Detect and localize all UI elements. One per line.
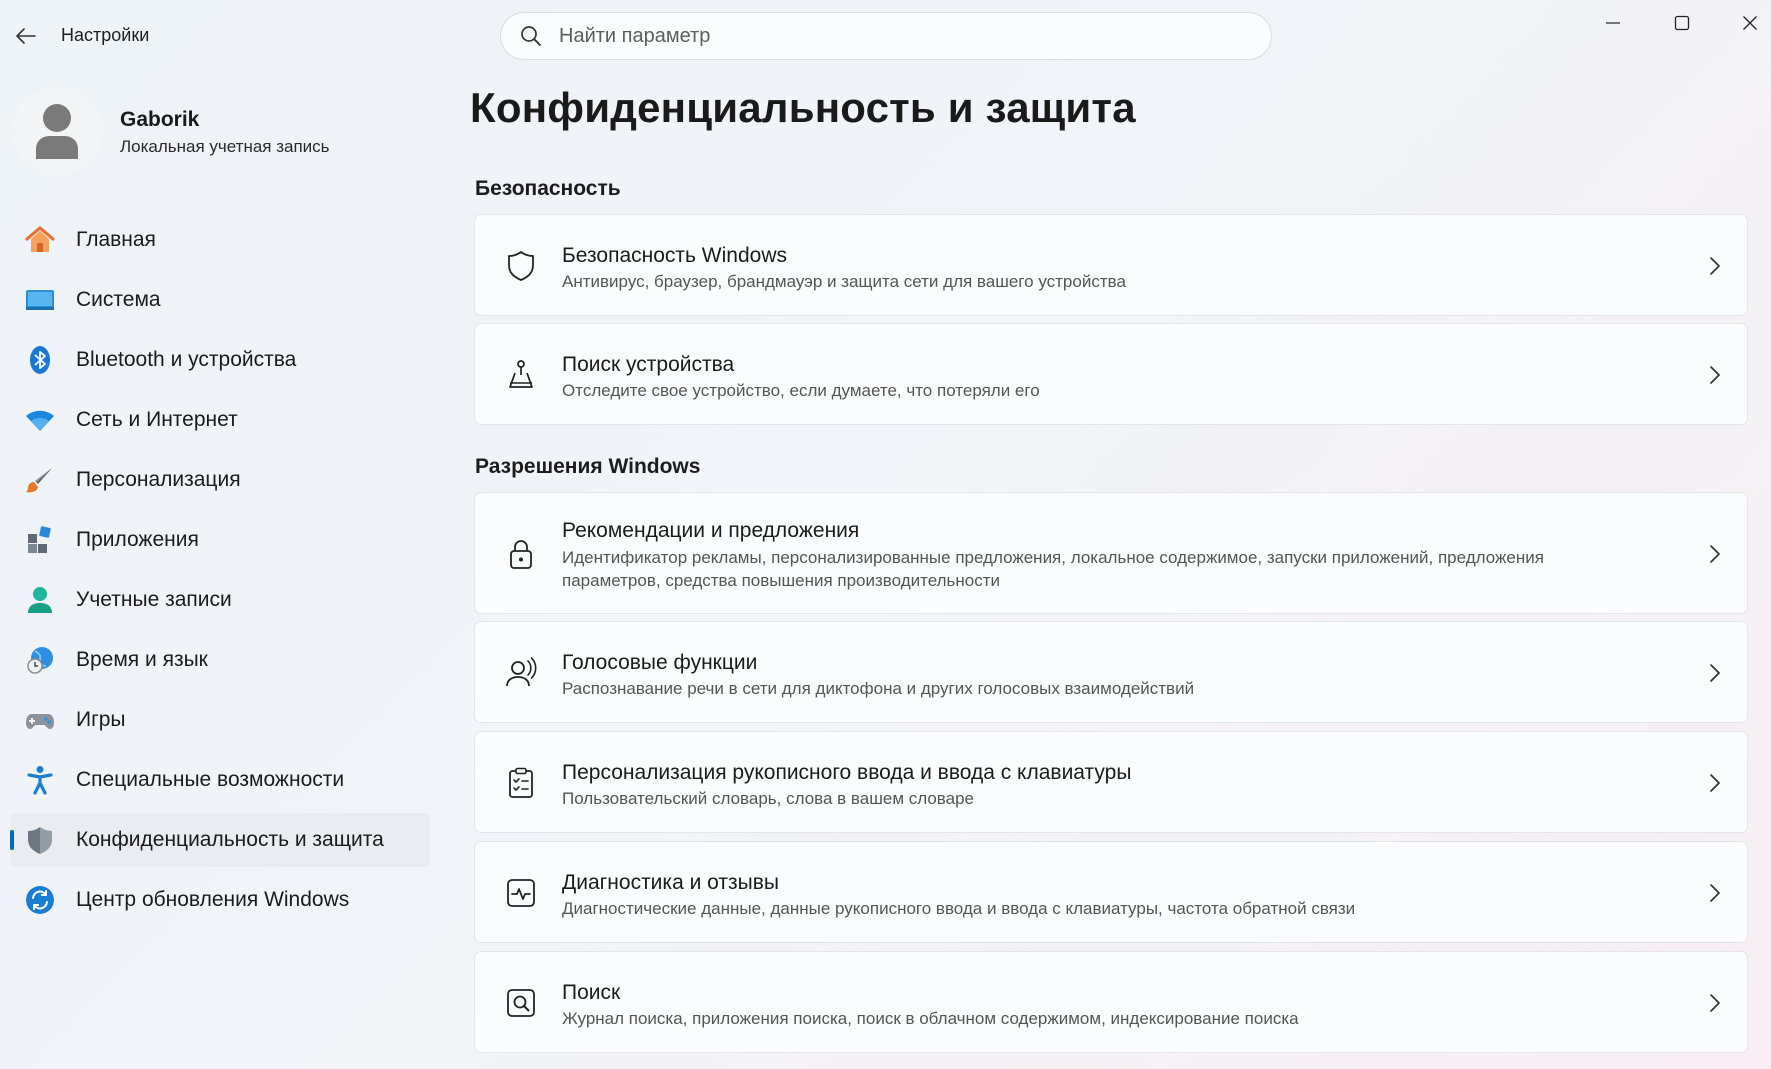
maximize-button[interactable] [1654,6,1710,40]
sidebar-item-apps[interactable]: Приложения [10,513,430,567]
shield-outline-icon [503,248,539,284]
chevron-right-icon [1705,544,1725,564]
sidebar-item-gaming[interactable]: Игры [10,693,430,747]
card-inking-typing[interactable]: Персонализация рукописного ввода и ввода… [474,731,1748,833]
sidebar-item-label: Приложения [76,528,199,551]
user-name: Gaborik [120,108,200,131]
card-description: Распознавание речи в сети для диктофона … [562,679,1195,698]
sidebar-item-label: Время и язык [76,648,208,671]
chevron-right-icon [1705,993,1725,1013]
page-title: Конфиденциальность и защита [470,84,1136,131]
app-title: Настройки [61,25,150,45]
shield-icon [24,824,56,856]
sidebar-item-system[interactable]: Система [10,273,430,327]
sidebar-item-home[interactable]: Главная [10,213,430,267]
card-title: Персонализация рукописного ввода и ввода… [562,761,1132,784]
time-language-icon [24,644,56,676]
diagnostics-icon [503,875,539,911]
search-box-icon [503,985,539,1021]
card-find-device[interactable]: Поиск устройства Отследите свое устройст… [474,323,1748,425]
user-profile[interactable]: Gaborik Локальная учетная запись [12,86,412,176]
chevron-right-icon [1705,883,1725,903]
sidebar-item-bluetooth[interactable]: Bluetooth и устройства [10,333,430,387]
sidebar-nav: Главная Система Bluetooth и устройства С… [10,213,430,933]
bluetooth-icon [24,344,56,376]
card-description: Диагностические данные, данные рукописно… [562,899,1356,918]
title-bar: Настройки [0,0,1771,72]
find-device-icon [503,357,539,393]
card-title: Поиск устройства [562,353,735,376]
lock-icon [503,536,539,572]
card-description: Идентификатор рекламы, персонализированн… [562,548,1544,590]
speech-icon [503,655,539,691]
maximize-icon [1674,15,1690,31]
card-description: Пользовательский словарь, слова в вашем … [562,789,974,808]
card-title: Поиск [562,981,621,1004]
card-diagnostics[interactable]: Диагностика и отзывы Диагностические дан… [474,841,1748,943]
brush-icon [24,464,56,496]
minimize-button[interactable] [1585,6,1641,40]
gamepad-icon [24,704,56,736]
home-icon [24,224,56,256]
card-search-permissions[interactable]: Поиск Журнал поиска, приложения поиска, … [474,951,1748,1053]
sidebar-item-label: Специальные возможности [76,768,345,791]
close-icon [1743,16,1757,30]
chevron-right-icon [1705,663,1725,683]
card-description: Отследите свое устройство, если думаете,… [562,381,1040,400]
card-title: Диагностика и отзывы [562,871,779,894]
sidebar-item-personalization[interactable]: Персонализация [10,453,430,507]
sidebar-item-label: Сеть и Интернет [76,408,238,431]
sidebar-item-accounts[interactable]: Учетные записи [10,573,430,627]
account-type: Локальная учетная запись [120,137,330,156]
card-recommendations[interactable]: Рекомендации и предложения Идентификатор… [474,492,1748,614]
apps-icon [24,524,56,556]
update-icon [24,884,56,916]
sidebar-item-windows-update[interactable]: Центр обновления Windows [10,873,430,927]
sidebar-item-label: Центр обновления Windows [76,888,350,911]
search-icon [519,24,543,48]
sidebar-item-privacy-security[interactable]: Конфиденциальность и защита [10,813,430,867]
sidebar-item-time-language[interactable]: Время и язык [10,633,430,687]
close-button[interactable] [1722,6,1771,40]
clipboard-list-icon [503,765,539,801]
sidebar-item-label: Конфиденциальность и защита [76,828,384,851]
accessibility-icon [24,764,56,796]
sidebar-item-label: Система [76,288,161,311]
chevron-right-icon [1705,773,1725,793]
card-speech[interactable]: Голосовые функции Распознавание речи в с… [474,621,1748,723]
sidebar-item-network[interactable]: Сеть и Интернет [10,393,430,447]
sidebar-item-label: Персонализация [76,468,241,491]
chevron-right-icon [1705,365,1725,385]
sidebar-item-label: Учетные записи [76,588,232,611]
wifi-icon [24,404,56,436]
search-input[interactable] [559,24,1219,48]
avatar [12,86,102,176]
sidebar-item-label: Игры [76,708,126,731]
card-title: Безопасность Windows [562,244,787,267]
section-title-windows-permissions: Разрешения Windows [475,455,701,478]
search-box[interactable] [500,12,1272,60]
card-title: Голосовые функции [562,651,758,674]
sidebar-item-accessibility[interactable]: Специальные возможности [10,753,430,807]
chevron-right-icon [1705,256,1725,276]
section-title-security: Безопасность [475,177,621,200]
sidebar-item-label: Bluetooth и устройства [76,348,297,371]
card-title: Рекомендации и предложения [562,519,860,542]
minimize-icon [1606,22,1620,24]
back-arrow-icon [16,28,36,44]
accounts-icon [24,584,56,616]
card-description: Журнал поиска, приложения поиска, поиск … [562,1009,1299,1028]
user-avatar-icon [36,104,78,159]
system-icon [24,284,56,316]
card-windows-security[interactable]: Безопасность Windows Антивирус, браузер,… [474,214,1748,316]
sidebar-item-label: Главная [76,228,156,251]
back-button[interactable] [8,18,44,54]
card-description: Антивирус, браузер, брандмауэр и защита … [562,272,1126,291]
